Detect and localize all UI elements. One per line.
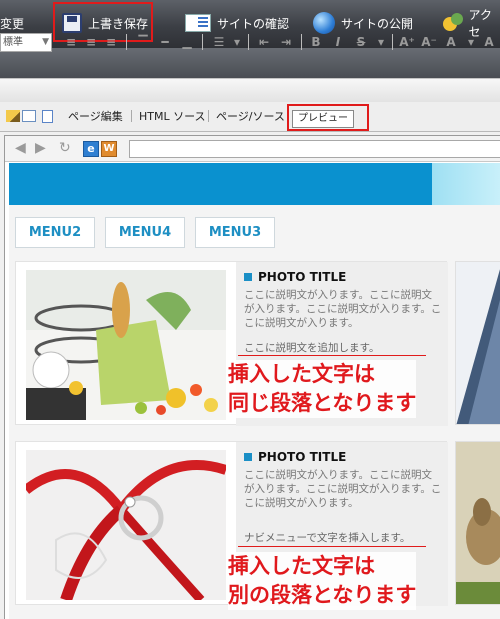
paragraph-style-value: 標準 bbox=[3, 37, 23, 48]
font-color-dropdown-icon[interactable]: ▾ bbox=[462, 33, 480, 51]
change-label: 変更 bbox=[0, 16, 25, 31]
annotation-line: 別の段落となります bbox=[228, 583, 417, 607]
w-browser-icon[interactable]: W bbox=[101, 141, 117, 157]
site-check-label: サイトの確認 bbox=[217, 16, 290, 31]
toolbar-divider bbox=[248, 34, 249, 50]
toolbar-divider bbox=[126, 34, 127, 50]
forward-arrow-icon[interactable]: ▶ bbox=[35, 140, 46, 156]
preview-highlight-box bbox=[287, 104, 369, 131]
pencil-icon[interactable] bbox=[6, 110, 20, 122]
pages-icon[interactable] bbox=[22, 110, 36, 122]
italic-label: I bbox=[335, 35, 341, 49]
access-icon bbox=[443, 13, 463, 33]
toolbar-divider bbox=[392, 34, 393, 50]
address-bar[interactable] bbox=[129, 140, 500, 158]
card-extra-text: ナビメニューで文字を挿入します。 bbox=[244, 532, 411, 544]
card-title-text: PHOTO TITLE bbox=[258, 270, 347, 284]
card-title: PHOTO TITLE bbox=[244, 450, 346, 464]
align-left-icon[interactable]: ≡ bbox=[62, 33, 80, 51]
format-toolbar-top bbox=[0, 48, 500, 78]
highlight-color-icon[interactable]: A bbox=[480, 33, 498, 51]
annotation-same-paragraph: 挿入した文字は 同じ段落となります bbox=[228, 360, 417, 418]
tab-divider bbox=[131, 110, 132, 122]
document-icon[interactable] bbox=[42, 110, 53, 123]
tab-page-source[interactable]: ページ/ソース bbox=[216, 108, 285, 124]
site-check-icon bbox=[185, 14, 211, 32]
annotation-line: 挿入した文字は bbox=[228, 362, 375, 386]
menu-item[interactable]: MENU2 bbox=[15, 217, 95, 248]
list-dropdown-icon[interactable]: ▾ bbox=[228, 33, 246, 51]
align-right-icon[interactable]: ≡ bbox=[102, 33, 120, 51]
menu-item-label: MENU2 bbox=[28, 225, 82, 240]
font-grow-icon[interactable]: A⁺ bbox=[398, 33, 416, 51]
valign-bottom-icon[interactable]: ▁ bbox=[178, 33, 196, 51]
chevron-down-icon: ▼ bbox=[42, 37, 49, 47]
back-arrow-icon[interactable]: ◀ bbox=[15, 140, 26, 156]
valign-middle-icon[interactable]: ━ bbox=[156, 33, 174, 51]
card-description: ここに説明文が入ります。ここに説明文が入ります。ここに説明文が入ります。ここに説… bbox=[244, 289, 442, 329]
annotation-separate-paragraph: 挿入した文字は 別の段落となります bbox=[228, 552, 417, 610]
title-bullet-icon bbox=[244, 273, 252, 281]
card-extra-text: ここに説明文を追加します。 bbox=[244, 342, 380, 354]
card-title: PHOTO TITLE bbox=[244, 270, 346, 284]
tab-divider bbox=[208, 110, 209, 122]
font-shrink-icon[interactable]: A⁻ bbox=[420, 33, 438, 51]
strike-button[interactable]: S bbox=[352, 33, 370, 51]
tab-page-edit[interactable]: ページ編集 bbox=[68, 108, 123, 124]
annotation-line: 挿入した文字は bbox=[228, 554, 375, 578]
globe-icon bbox=[313, 12, 335, 34]
ring-ribbon-photo bbox=[26, 450, 226, 600]
align-center-icon[interactable]: ≡ bbox=[82, 33, 100, 51]
bold-label: B bbox=[311, 35, 321, 49]
kitchen-photo bbox=[26, 270, 226, 420]
menu-item-label: MENU3 bbox=[208, 225, 262, 240]
bold-button[interactable]: B bbox=[307, 33, 325, 51]
preview-navbar: ◀ ▶ ↻ e W bbox=[5, 136, 500, 162]
ie-browser-icon[interactable]: e bbox=[83, 141, 99, 157]
italic-button[interactable]: I bbox=[329, 33, 347, 51]
outdent-icon[interactable]: ⇤ bbox=[255, 33, 273, 51]
format-toolbar-bottom bbox=[0, 78, 500, 104]
indent-icon[interactable]: ⇥ bbox=[277, 33, 295, 51]
valign-top-icon[interactable]: ▔ bbox=[134, 33, 152, 51]
card-title-text: PHOTO TITLE bbox=[258, 450, 347, 464]
annotation-underline bbox=[238, 546, 426, 547]
card-description: ここに説明文が入ります。ここに説明文が入ります。ここに説明文が入ります。ここに説… bbox=[244, 469, 442, 509]
site-publish-label: サイトの公開 bbox=[341, 16, 414, 31]
toolbar-divider bbox=[301, 34, 302, 50]
menu-item[interactable]: MENU3 bbox=[195, 217, 275, 248]
list-icon[interactable]: ☰ bbox=[210, 33, 228, 51]
paragraph-style-select[interactable]: 標準 ▼ bbox=[0, 33, 52, 52]
annotation-underline bbox=[238, 355, 426, 356]
menu-item-label: MENU4 bbox=[118, 225, 172, 240]
title-bullet-icon bbox=[244, 453, 252, 461]
side-photo bbox=[455, 261, 500, 425]
menu-item[interactable]: MENU4 bbox=[105, 217, 185, 248]
annotation-line: 同じ段落となります bbox=[228, 391, 417, 415]
strike-label: S bbox=[356, 35, 366, 49]
refresh-icon[interactable]: ↻ bbox=[59, 140, 71, 156]
strike-dropdown-icon[interactable]: ▾ bbox=[372, 33, 390, 51]
side-photo bbox=[455, 441, 500, 605]
view-tabbar: ページ編集 HTML ソース ページ/ソース プレビュー bbox=[0, 102, 500, 132]
format-toolbar bbox=[0, 48, 500, 104]
font-color-icon[interactable]: A bbox=[442, 33, 460, 51]
toolbar-divider bbox=[202, 34, 203, 50]
site-header-banner bbox=[9, 163, 500, 205]
tab-html-source[interactable]: HTML ソース bbox=[139, 108, 206, 124]
